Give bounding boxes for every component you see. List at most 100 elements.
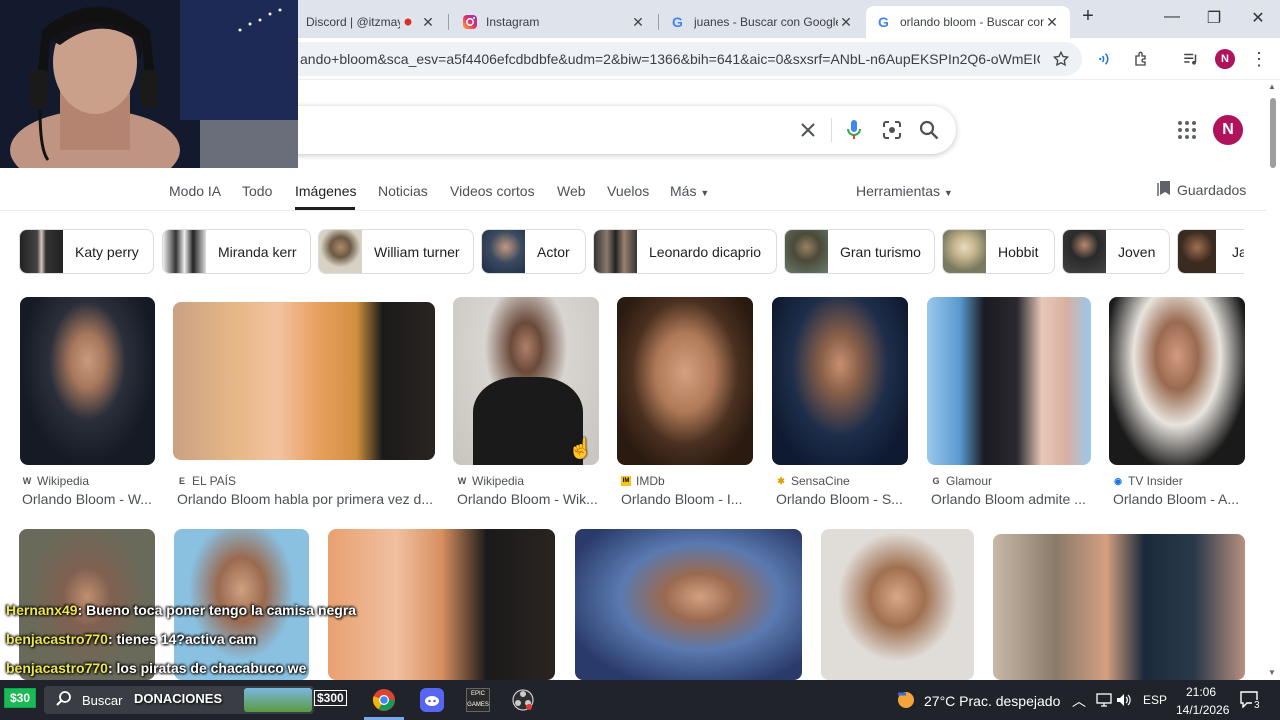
tab-orlando-search[interactable]: G orlando bloom - Buscar con ✕ [866, 6, 1070, 38]
chip-thumbnail [482, 230, 525, 273]
minimize-button[interactable]: — [1152, 8, 1192, 26]
chip-hobbit[interactable]: Hobbit [942, 229, 1055, 274]
chip-thumbnail [785, 230, 828, 273]
clear-icon[interactable] [796, 118, 820, 142]
tab-discord[interactable]: Discord | @itzmay ✕ [296, 6, 446, 38]
taskbar-search-label: Buscar [82, 693, 123, 708]
source-label: Wikipedia [472, 474, 525, 488]
close-icon[interactable]: ✕ [838, 14, 854, 31]
caret-down-icon: ▼ [700, 188, 710, 198]
tab-imagenes[interactable]: Imágenes [295, 183, 356, 199]
discord-taskbar-icon[interactable] [420, 688, 444, 712]
chip-label: Hobbit [998, 243, 1039, 260]
tab-noticias[interactable]: Noticias [378, 183, 428, 199]
source-label: Glamour [946, 474, 993, 488]
taskbar-search-box[interactable]: Buscar DONACIONES [44, 686, 314, 714]
tools-button[interactable]: Herramientas ▼ [856, 183, 953, 199]
tab-separator [658, 14, 659, 30]
result-image[interactable] [772, 297, 908, 465]
chip-miranda-kerr[interactable]: Miranda kerr [162, 229, 311, 274]
tab-videos-cortos[interactable]: Videos cortos [450, 183, 535, 199]
browser-profile-avatar[interactable]: N [1215, 49, 1235, 69]
tab-mas[interactable]: Más ▼ [670, 183, 709, 199]
chrome-taskbar-icon[interactable] [372, 688, 398, 714]
page-scrollbar[interactable] [1266, 80, 1280, 680]
scroll-up-arrow-icon[interactable]: ▲ [1268, 82, 1276, 91]
search-icon[interactable] [917, 118, 941, 142]
weather-icon[interactable] [894, 688, 918, 712]
scrollbar-thumb[interactable] [1270, 98, 1276, 168]
chip-actor[interactable]: Actor [481, 229, 586, 274]
chip-joven[interactable]: Joven [1062, 229, 1170, 274]
chip-william-turner[interactable]: William turner [318, 229, 474, 274]
close-window-button[interactable]: ✕ [1238, 8, 1278, 28]
tab-instagram[interactable]: Instagram ✕ [452, 6, 656, 38]
voice-search-icon[interactable] [842, 118, 866, 142]
saved-button[interactable]: Guardados [1157, 180, 1246, 199]
result-title[interactable]: Orlando Bloom - A... [1113, 491, 1249, 507]
chip-katy-perry[interactable]: Katy perry [19, 229, 154, 274]
result-image[interactable] [927, 297, 1091, 465]
clock-time[interactable]: 21:06 [1186, 685, 1216, 699]
scroll-down-arrow-icon[interactable]: ▼ [1268, 668, 1276, 677]
volume-icon[interactable] [1116, 693, 1132, 712]
maximize-button[interactable]: ❐ [1194, 8, 1234, 28]
result-title[interactable]: Orlando Bloom - W... [22, 491, 157, 507]
weather-text[interactable]: 27°C Prac. despejado [924, 693, 1060, 709]
source-label: Wikipedia [37, 474, 90, 488]
result-title[interactable]: Orlando Bloom admite ... [931, 491, 1095, 507]
result-image[interactable] [617, 297, 753, 465]
wikipedia-icon: W [22, 476, 32, 486]
result-title[interactable]: Orlando Bloom - S... [776, 491, 912, 507]
lens-search-icon[interactable] [880, 118, 904, 142]
obs-taskbar-icon[interactable] [511, 688, 535, 712]
clock-date[interactable]: 14/1/2026 [1176, 703, 1229, 717]
chip-label: Actor [537, 243, 570, 260]
chip-gran-turismo[interactable]: Gran turismo [784, 229, 935, 274]
close-icon[interactable]: ✕ [1044, 14, 1060, 31]
result-source: W Wikipedia [457, 474, 524, 488]
cast-media-icon[interactable] [1094, 46, 1120, 72]
result-title[interactable]: Orlando Bloom - Wik... [457, 491, 603, 507]
tab-modo-ia[interactable]: Modo IA [169, 183, 221, 199]
language-indicator[interactable]: ESP [1143, 693, 1167, 707]
close-icon[interactable]: ✕ [630, 14, 646, 31]
result-image[interactable] [575, 529, 802, 680]
epic-games-taskbar-icon[interactable]: EPIC GAMES [466, 688, 490, 712]
chip-label: Katy perry [75, 243, 139, 260]
result-title[interactable]: Orlando Bloom habla por primera vez d... [177, 491, 439, 507]
result-source: W Wikipedia [22, 474, 89, 488]
tab-todo[interactable]: Todo [242, 183, 272, 199]
svg-text:G: G [672, 14, 683, 30]
more-menu-icon[interactable]: ⋮ [1246, 46, 1272, 72]
close-icon[interactable]: ✕ [420, 14, 436, 31]
image-subject [473, 377, 583, 465]
extensions-icon[interactable] [1129, 46, 1155, 72]
result-image[interactable] [20, 297, 155, 465]
result-image[interactable] [993, 534, 1245, 680]
chevron-up-icon[interactable]: ︿ [1072, 691, 1086, 711]
result-image[interactable] [328, 529, 555, 680]
media-queue-icon[interactable] [1178, 46, 1204, 72]
chip-thumbnail [1063, 230, 1106, 273]
result-image[interactable] [173, 302, 435, 460]
chip-leonardo-dicaprio[interactable]: Leonardo dicaprio [593, 229, 777, 274]
chip-ja[interactable]: Ja [1177, 229, 1244, 274]
google-apps-icon[interactable] [1177, 120, 1197, 140]
result-title[interactable]: Orlando Bloom - I... [621, 491, 757, 507]
url-text[interactable]: ando+bloom&sca_esv=a5f4406efcdbdbfe&udm=… [300, 51, 1040, 67]
chip-thumbnail [319, 230, 362, 273]
tab-web[interactable]: Web [557, 183, 586, 199]
new-tab-button[interactable]: + [1068, 5, 1108, 28]
chat-text: : los piratas de chacabuco we [107, 660, 307, 676]
tab-juanes-search[interactable]: G juanes - Buscar con Google ✕ [660, 6, 864, 38]
network-icon[interactable] [1096, 693, 1112, 712]
saved-label: Guardados [1177, 181, 1247, 198]
donations-label: DONACIONES [134, 691, 223, 706]
tab-title: Instagram [486, 15, 540, 29]
tab-vuelos[interactable]: Vuelos [607, 183, 649, 199]
bookmark-star-icon[interactable] [1048, 46, 1074, 72]
result-image[interactable] [821, 529, 974, 680]
google-account-avatar[interactable]: N [1213, 115, 1243, 145]
result-image[interactable] [1109, 297, 1245, 465]
